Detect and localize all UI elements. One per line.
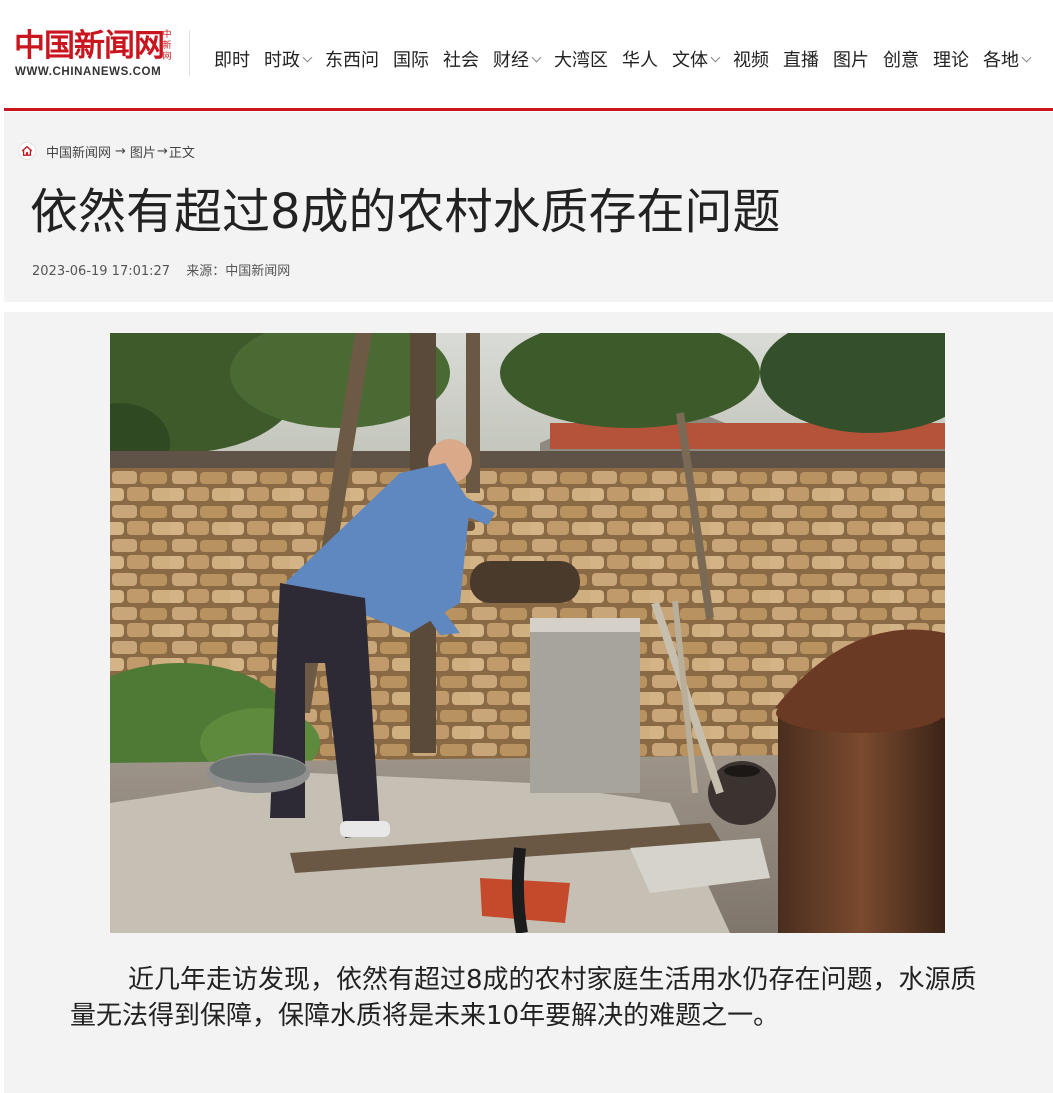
nav-item-label: 时政 — [264, 50, 300, 71]
nav-item[interactable]: 东西问 — [325, 46, 379, 72]
chevron-down-icon — [302, 52, 313, 63]
article-header-panel: 中国新闻网 → 图片 → 正文 依然有超过8成的农村水质存在问题 2023-06… — [4, 112, 1053, 302]
photo-caption: 近几年走访发现，依然有超过8成的农村家庭生活用水仍存在问题，水源质量无法得到保障… — [70, 965, 977, 1031]
nav-item[interactable]: 理论 — [933, 46, 969, 72]
nav-item-label: 理论 — [933, 50, 969, 71]
article-datetime: 2023-06-19 17:01:27 — [32, 264, 171, 279]
header-red-rule — [4, 108, 1053, 111]
nav-item-label: 文体 — [672, 50, 708, 71]
nav-item[interactable]: 大湾区 — [554, 46, 608, 72]
nav-item[interactable]: 视频 — [733, 46, 769, 72]
nav-item-label: 图片 — [833, 50, 869, 71]
article-body-panel: 近几年走访发现，依然有超过8成的农村家庭生活用水仍存在问题，水源质量无法得到保障… — [4, 312, 1053, 1093]
nav-item[interactable]: 文体 — [672, 46, 721, 72]
nav-item[interactable]: 时政 — [264, 46, 313, 72]
nav-item[interactable]: 各地 — [983, 46, 1032, 72]
chevron-down-icon — [710, 52, 721, 63]
nav-item[interactable]: 财经 — [493, 46, 542, 72]
nav-item[interactable]: 华人 — [622, 46, 658, 72]
breadcrumb-home-link[interactable]: 中国新闻网 — [46, 142, 111, 161]
chevron-down-icon — [1021, 52, 1032, 63]
breadcrumb: 中国新闻网 → 图片 → 正文 — [18, 142, 195, 161]
breadcrumb-section-link[interactable]: 图片 — [130, 142, 156, 161]
article-title: 依然有超过8成的农村水质存在问题 — [30, 184, 781, 240]
nav-item[interactable]: 国际 — [393, 46, 429, 72]
home-icon[interactable] — [18, 142, 36, 160]
nav-item[interactable]: 即时 — [214, 46, 250, 72]
nav-item-label: 视频 — [733, 50, 769, 71]
chevron-down-icon — [531, 52, 542, 63]
article-meta: 2023-06-19 17:01:27 来源：中国新闻网 — [32, 260, 302, 279]
nav-item[interactable]: 图片 — [833, 46, 869, 72]
breadcrumb-separator: → — [156, 143, 168, 159]
nav-item-label: 即时 — [214, 50, 250, 71]
logo-english-text: WWW.CHINANEWS.COM — [15, 66, 162, 78]
nav-item-label: 创意 — [883, 50, 919, 71]
site-logo[interactable]: 中国新闻网 中新网 WWW.CHINANEWS.COM — [14, 28, 178, 82]
nav-item-label: 各地 — [983, 50, 1019, 71]
nav-item[interactable]: 直播 — [783, 46, 819, 72]
nav-item-label: 财经 — [493, 50, 529, 71]
nav-item[interactable]: 创意 — [883, 46, 919, 72]
main-nav: 即时 时政 东西问 国际 社会 财经 大湾区 华人 文体 视频 直播 图片 创意 理论 各地 — [214, 45, 1044, 73]
nav-item-label: 国际 — [393, 50, 429, 71]
logo-divider — [189, 30, 190, 76]
article-source: 来源：中国新闻网 — [186, 264, 291, 279]
site-header: 中国新闻网 中新网 WWW.CHINANEWS.COM 即时 时政 东西问 国际 社会财… — [0, 0, 1053, 108]
breadcrumb-current: 正文 — [168, 145, 195, 161]
nav-item-label: 直播 — [783, 50, 819, 71]
breadcrumb-separator: → — [115, 143, 126, 159]
logo-small-text: 中新网 — [162, 30, 172, 62]
article-photo — [110, 333, 945, 933]
logo-chinese-text: 中国新闻网 — [14, 28, 165, 64]
nav-item-label: 大湾区 — [554, 50, 608, 71]
nav-item-label: 社会 — [443, 50, 479, 71]
nav-item-label: 东西问 — [325, 50, 379, 71]
nav-item[interactable]: 社会 — [443, 46, 479, 72]
nav-item-label: 华人 — [622, 50, 658, 71]
